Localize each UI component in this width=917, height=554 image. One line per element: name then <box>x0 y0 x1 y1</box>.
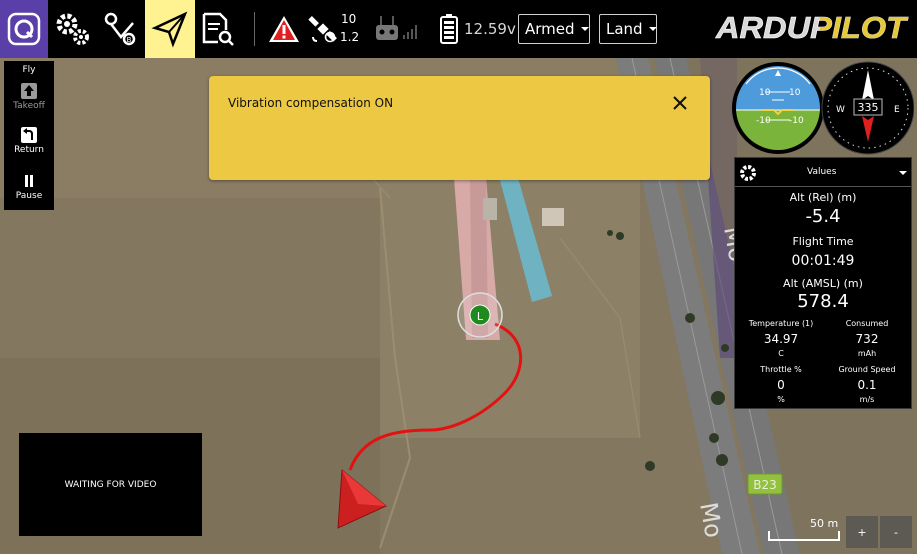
battery-status-button[interactable] <box>438 0 460 58</box>
hdop-value: 1.2 <box>340 30 360 44</box>
ardupilot-logo: ARDUPILOT ARDUPILOT <box>712 6 912 48</box>
fly-view-button[interactable] <box>145 0 195 58</box>
chevron-down-icon <box>580 27 589 31</box>
svg-text:B: B <box>127 36 132 44</box>
warning-icon <box>269 16 299 42</box>
chevron-down-icon <box>648 27 657 31</box>
pitch-upper-left: 10 <box>759 88 771 98</box>
gears-icon <box>56 13 89 45</box>
temperature-label: Temperature (1) <box>748 319 814 328</box>
takeoff-label: Takeoff <box>13 101 45 111</box>
pitch-upper-right: 10 <box>789 88 801 98</box>
route-icon: B <box>104 12 136 46</box>
home-marker[interactable]: L <box>457 292 503 338</box>
rc-transmitter-icon <box>376 16 398 40</box>
values-title: Values <box>807 167 837 177</box>
temperature-value: 34.97 <box>763 332 799 346</box>
satellite-count: 10 <box>341 12 357 26</box>
video-widget[interactable]: WAITING FOR VIDEO <box>19 433 202 536</box>
flight-time-label: Flight Time <box>792 235 854 248</box>
compass-east: E <box>894 105 900 115</box>
flight-time-value: 00:01:49 <box>791 253 855 269</box>
return-icon <box>21 127 37 143</box>
toolbar-divider <box>254 12 255 46</box>
hdop-icon <box>324 31 336 43</box>
zoom-in-button[interactable]: + <box>846 516 878 548</box>
zoom-out-button[interactable]: - <box>880 516 912 548</box>
takeoff-icon <box>21 83 37 99</box>
alt-rel-value: -5.4 <box>805 206 841 227</box>
analyze-view-button[interactable] <box>196 0 238 58</box>
notification-message: Vibration compensation ON <box>228 96 394 110</box>
attitude-indicator: 10 10 -10 -10 <box>732 62 824 154</box>
plan-view-button[interactable]: B <box>98 0 144 58</box>
consumed-unit: mAh <box>857 349 877 358</box>
chevron-down-icon[interactable] <box>899 171 907 175</box>
fly-tool-strip: Fly Takeoff Return Pause <box>4 61 54 210</box>
pause-icon <box>25 175 33 187</box>
arm-state-label: Armed <box>525 20 575 38</box>
ground-speed-unit: m/s <box>859 395 875 404</box>
alt-amsl-value: 578.4 <box>797 291 849 312</box>
ardupilot-logo-image: ARDUPILOT ARDUPILOT <box>715 10 910 46</box>
main-toolbar: B 10 1.2 12.59v Armed Land ARDUPILOT ARD… <box>0 0 917 58</box>
vehicle-setup-button[interactable] <box>50 0 96 58</box>
road-label: B23 <box>753 478 777 492</box>
values-panel: Values Alt (Rel) (m) -5.4 Flight Time 00… <box>734 157 912 409</box>
fly-tools-header-label: Fly <box>22 65 36 75</box>
throttle-value: 0 <box>777 378 785 392</box>
compass-west: W <box>836 105 845 115</box>
rc-rssi-button[interactable] <box>370 0 424 58</box>
throttle-label: Throttle % <box>760 365 802 374</box>
values-header[interactable]: Values <box>735 158 911 187</box>
pause-button[interactable]: Pause <box>4 171 54 201</box>
gear-icon[interactable] <box>739 164 757 182</box>
consumed-value: 732 <box>855 332 879 346</box>
video-status: WAITING FOR VIDEO <box>64 479 157 490</box>
fly-tools-header: Fly <box>4 65 54 75</box>
flight-mode-label: Land <box>606 20 643 38</box>
flight-mode-dropdown[interactable]: Land <box>599 14 657 44</box>
close-icon[interactable] <box>671 94 689 112</box>
return-label: Return <box>14 145 44 155</box>
compass-heading: 335 <box>858 101 879 114</box>
alt-rel-label: Alt (Rel) (m) <box>789 191 857 204</box>
pitch-lower-right: -10 <box>789 116 804 126</box>
arm-state-dropdown[interactable]: Armed <box>518 14 590 44</box>
ground-speed-label: Ground Speed <box>838 365 896 374</box>
ground-speed-value: 0.1 <box>857 378 877 392</box>
alt-amsl-label: Alt (AMSL) (m) <box>783 277 863 290</box>
instrument-panel: 10 10 -10 -10 W E 335 <box>732 60 915 156</box>
qgc-logo-icon <box>7 12 41 46</box>
notification-banner: Vibration compensation ON <box>209 76 710 180</box>
map-scale-bar <box>768 531 840 541</box>
paper-plane-icon <box>151 11 188 48</box>
zoom-in-label: + <box>857 525 867 539</box>
consumed-label: Consumed <box>845 319 889 328</box>
takeoff-button[interactable]: Takeoff <box>4 81 54 111</box>
compass: W E 335 <box>821 61 915 155</box>
document-search-icon <box>202 12 234 46</box>
return-button[interactable]: Return <box>4 125 54 155</box>
signal-bars-icon <box>403 25 417 39</box>
app-menu-button[interactable] <box>0 0 48 58</box>
pitch-lower-left: -10 <box>756 116 771 126</box>
map-scale-label: 50 m <box>810 517 839 530</box>
messages-button[interactable] <box>266 0 302 58</box>
gps-status-button[interactable] <box>306 0 340 58</box>
battery-voltage: 12.59v <box>464 20 516 38</box>
pause-label: Pause <box>15 191 43 201</box>
zoom-out-label: - <box>894 525 898 539</box>
temperature-unit: C <box>778 349 784 358</box>
battery-icon <box>440 14 458 44</box>
home-marker-label: L <box>477 310 484 323</box>
throttle-unit: % <box>777 395 785 404</box>
